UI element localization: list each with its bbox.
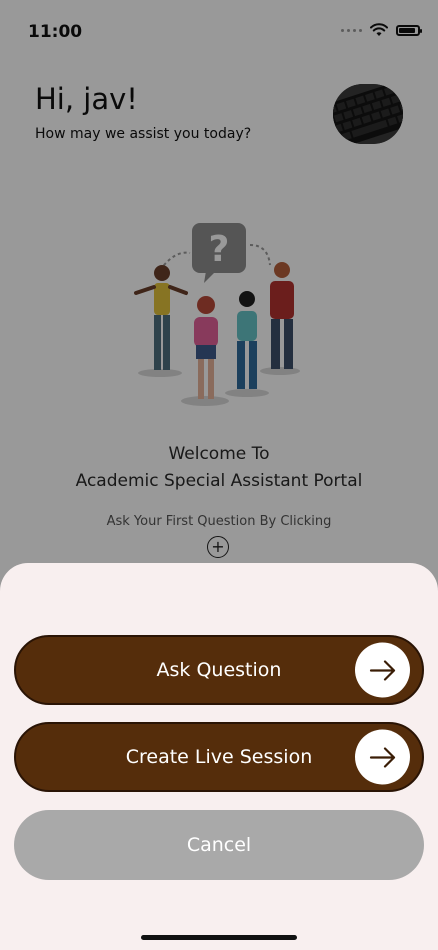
home-indicator[interactable] bbox=[141, 935, 297, 940]
action-bottom-sheet: Ask Question Create Live Session Cancel bbox=[0, 563, 438, 950]
cancel-label: Cancel bbox=[186, 834, 252, 856]
ask-question-label: Ask Question bbox=[156, 659, 282, 681]
ask-question-button[interactable]: Ask Question bbox=[14, 635, 424, 705]
arrow-right-icon bbox=[355, 642, 410, 698]
create-live-session-label: Create Live Session bbox=[125, 746, 313, 768]
cancel-button[interactable]: Cancel bbox=[14, 810, 424, 880]
create-live-session-button[interactable]: Create Live Session bbox=[14, 722, 424, 792]
arrow-right-icon bbox=[355, 729, 410, 785]
